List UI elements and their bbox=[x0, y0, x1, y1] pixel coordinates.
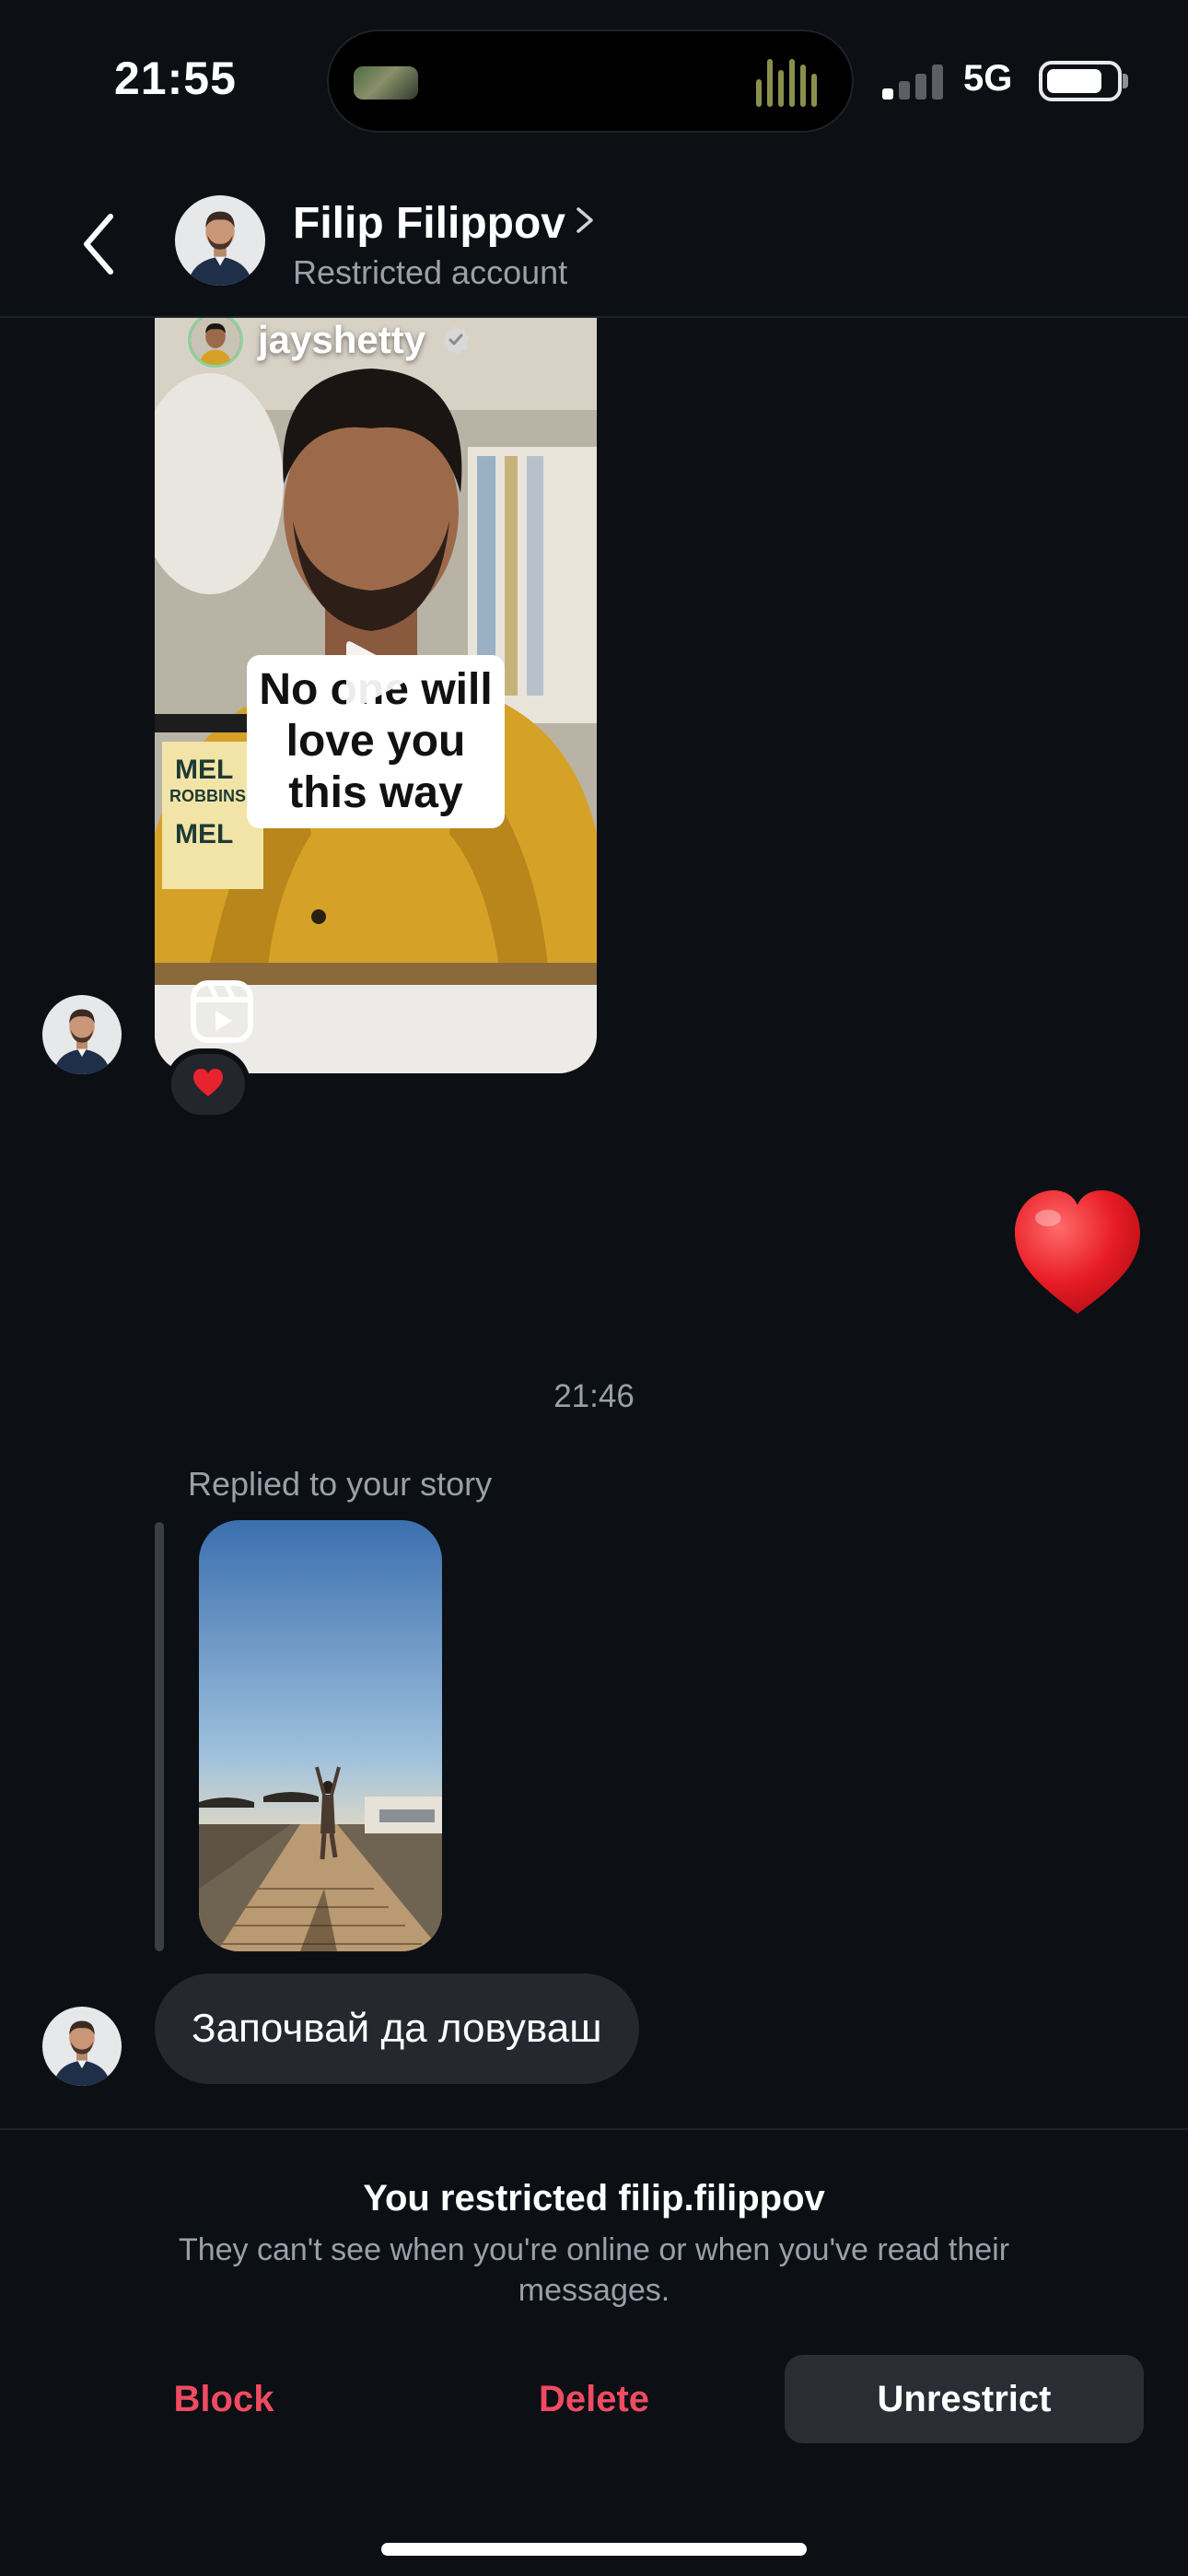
chevron-left-icon bbox=[84, 214, 113, 275]
account-status: Restricted account bbox=[293, 253, 568, 291]
avatar[interactable] bbox=[175, 195, 265, 286]
block-button[interactable]: Block bbox=[111, 2355, 337, 2443]
battery-icon bbox=[1039, 61, 1122, 101]
cellular-signal-icon bbox=[882, 63, 947, 100]
network-type: 5G bbox=[963, 58, 1013, 99]
restriction-panel: You restricted filip.filippov They can't… bbox=[0, 2128, 1188, 2576]
reel-author[interactable]: jayshetty bbox=[188, 318, 472, 368]
chat-header: Filip Filippov Restricted account bbox=[0, 161, 1188, 318]
story-reply-label: Replied to your story bbox=[188, 1465, 493, 1503]
reels-icon bbox=[191, 980, 253, 1043]
verified-badge-icon bbox=[443, 326, 471, 354]
play-icon[interactable] bbox=[343, 637, 414, 716]
svg-text:MEL: MEL bbox=[175, 819, 233, 849]
audio-waveform-icon bbox=[756, 59, 819, 107]
reel-author-avatar bbox=[188, 318, 243, 368]
reel-reaction-badge[interactable] bbox=[166, 1048, 250, 1120]
now-playing-artwork bbox=[354, 66, 418, 100]
avatar[interactable] bbox=[42, 995, 122, 1074]
reply-quote-bar bbox=[155, 1522, 164, 1951]
heart-icon[interactable] bbox=[1011, 1185, 1144, 1317]
reel-author-name: jayshetty bbox=[258, 318, 426, 361]
delete-button[interactable]: Delete bbox=[481, 2355, 707, 2443]
svg-text:MEL: MEL bbox=[175, 755, 233, 785]
status-bar: 21:55 5G bbox=[0, 0, 1188, 161]
battery-tip bbox=[1123, 74, 1128, 88]
heart-icon bbox=[193, 1069, 223, 1096]
status-time: 21:55 bbox=[114, 53, 237, 104]
contact-name[interactable]: Filip Filippov bbox=[293, 198, 565, 249]
restriction-description: They can't see when you're online or whe… bbox=[178, 2232, 1010, 2308]
unrestrict-button[interactable]: Unrestrict bbox=[785, 2355, 1144, 2443]
message-bubble[interactable]: Започвай да ловуваш bbox=[155, 1973, 639, 2084]
svg-text:ROBBINS: ROBBINS bbox=[169, 787, 246, 805]
dynamic-island[interactable] bbox=[327, 29, 854, 133]
back-button[interactable] bbox=[74, 207, 129, 281]
chevron-right-icon[interactable] bbox=[571, 202, 599, 239]
message-timestamp: 21:46 bbox=[553, 1378, 635, 1414]
shared-reel[interactable]: MEL ROBBINS MEL jayshetty No one will lo… bbox=[155, 318, 597, 1073]
story-thumbnail[interactable] bbox=[199, 1520, 442, 1951]
battery-fill bbox=[1047, 69, 1101, 93]
restriction-title: You restricted filip.filippov bbox=[363, 2178, 825, 2219]
avatar[interactable] bbox=[42, 2007, 122, 2086]
home-indicator[interactable] bbox=[381, 2543, 807, 2556]
